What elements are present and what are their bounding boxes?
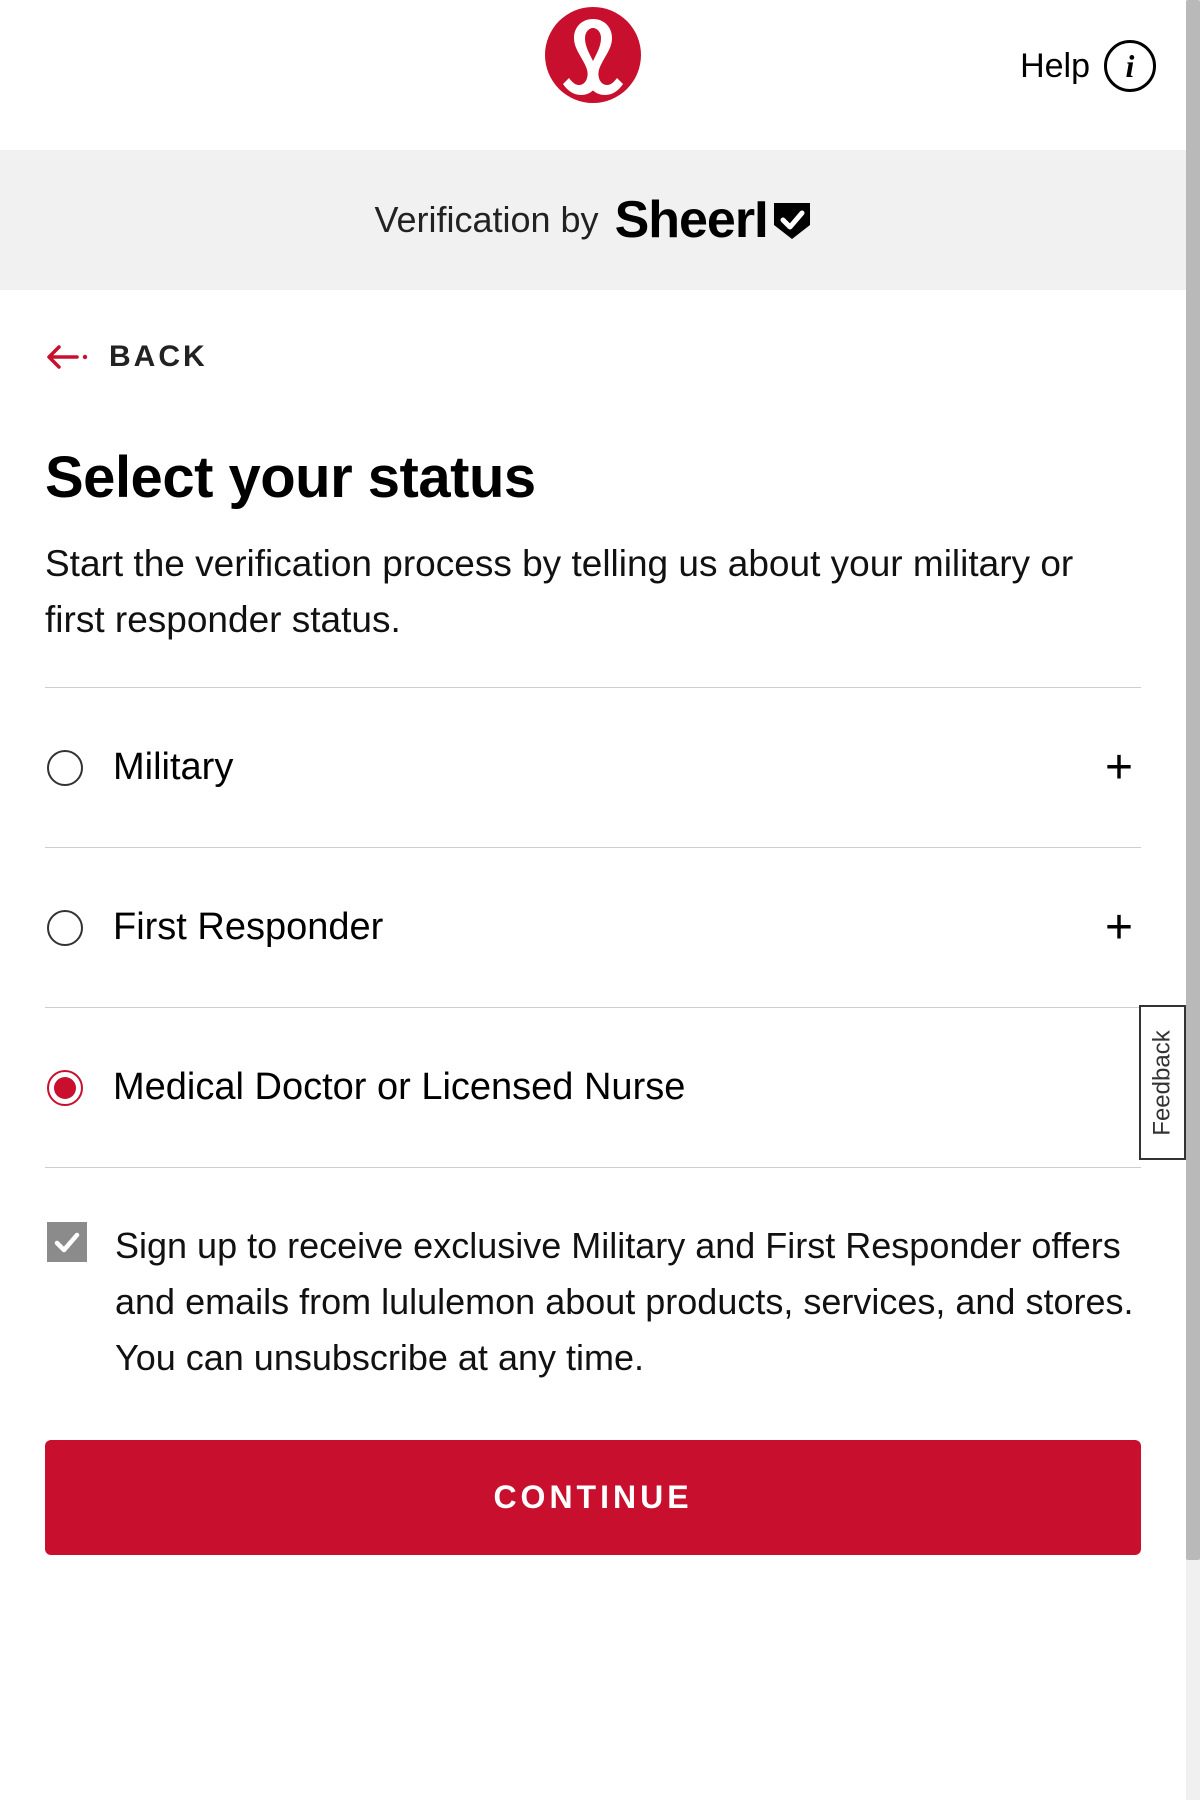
signup-row: Sign up to receive exclusive Military an…	[45, 1168, 1141, 1425]
feedback-label: Feedback	[1149, 1030, 1177, 1135]
arrow-left-icon	[45, 344, 89, 370]
brand-logo-icon	[543, 5, 643, 110]
help-label: Help	[1020, 47, 1090, 86]
check-icon	[52, 1227, 82, 1257]
status-options: Military + First Responder + Medical Doc…	[45, 687, 1141, 1168]
feedback-tab[interactable]: Feedback	[1139, 1005, 1186, 1160]
radio-icon	[47, 750, 83, 786]
option-label: Military	[113, 746, 1075, 789]
page-subtitle: Start the verification process by tellin…	[45, 536, 1141, 647]
scrollbar-thumb[interactable]	[1186, 0, 1200, 1560]
plus-icon[interactable]: +	[1105, 740, 1139, 795]
scrollbar-track[interactable]	[1186, 0, 1200, 1800]
plus-icon[interactable]: +	[1105, 900, 1139, 955]
verification-prefix: Verification by	[374, 199, 598, 241]
back-button[interactable]: BACK	[45, 340, 1141, 374]
help-button[interactable]: Help i	[1020, 40, 1156, 92]
option-first-responder[interactable]: First Responder +	[45, 848, 1141, 1008]
continue-button[interactable]: CONTINUE	[45, 1440, 1141, 1555]
option-label: Medical Doctor or Licensed Nurse	[113, 1066, 1139, 1109]
sheerid-check-icon	[772, 201, 812, 241]
verification-banner: Verification by SheerI	[0, 150, 1186, 290]
sheerid-logo: SheerI	[615, 190, 812, 250]
info-icon: i	[1104, 40, 1156, 92]
page-title: Select your status	[45, 444, 1141, 511]
back-label: BACK	[109, 340, 208, 374]
option-medical[interactable]: Medical Doctor or Licensed Nurse	[45, 1008, 1141, 1168]
app-header: Help i	[0, 0, 1186, 150]
radio-icon	[47, 910, 83, 946]
radio-icon	[47, 1070, 83, 1106]
signup-checkbox[interactable]	[47, 1222, 87, 1262]
option-military[interactable]: Military +	[45, 688, 1141, 848]
signup-text: Sign up to receive exclusive Military an…	[115, 1218, 1139, 1385]
option-label: First Responder	[113, 906, 1075, 949]
